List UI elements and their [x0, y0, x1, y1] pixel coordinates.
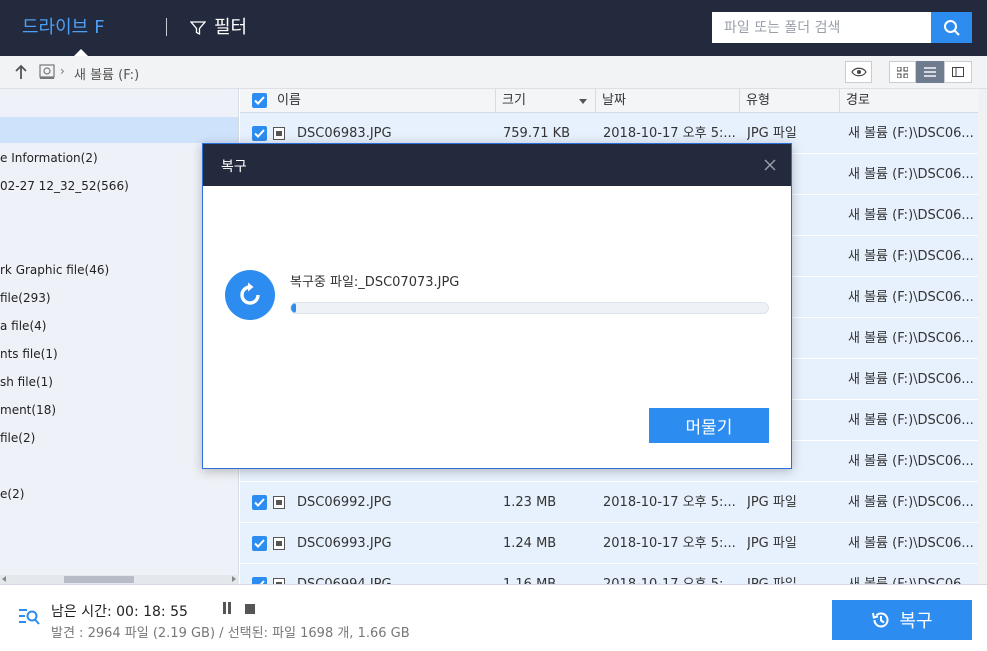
checkmark-icon: [254, 129, 265, 138]
stop-button[interactable]: 머물기: [649, 408, 769, 443]
file-path: 새 볼륨 (F:)\DSC06...: [848, 454, 974, 469]
file-size: 1.24 MB: [503, 536, 557, 551]
file-path: 새 볼륨 (F:)\DSC06...: [848, 564, 978, 584]
path-bar: › 새 볼륨 (F:): [0, 56, 987, 89]
tree-horizontal-scrollbar[interactable]: [0, 575, 239, 584]
table-row[interactable]: DSC06994.JPG 1.16 MB 2018-10-17 오후 5:... JP…: [240, 564, 978, 584]
list-icon: [924, 67, 936, 77]
scroll-left-arrow-icon[interactable]: [2, 576, 6, 582]
progress-fill: [291, 303, 296, 313]
path-separator: ›: [60, 64, 65, 78]
filter-icon: [190, 21, 206, 36]
row-checkbox[interactable]: [252, 536, 267, 551]
stop-icon[interactable]: [245, 604, 255, 614]
sort-desc-icon: [579, 99, 587, 104]
close-icon[interactable]: [763, 158, 777, 172]
file-path: 새 볼륨 (F:)\DSC06...: [848, 126, 974, 141]
checkmark-icon: [254, 539, 265, 548]
refresh-icon: [225, 270, 275, 320]
status-bar: 남은 시간: 00: 18: 55 발견 : 2964 파일 (2.19 GB)…: [0, 584, 987, 651]
recover-button-label: 복구: [899, 611, 933, 631]
file-path: 새 볼륨 (F:)\DSC06...: [848, 372, 974, 387]
column-header-type[interactable]: 유형: [739, 89, 839, 113]
row-checkbox[interactable]: [252, 126, 267, 141]
search-icon: [943, 19, 960, 36]
drive-tab-label: 드라이브: [22, 17, 89, 38]
file-type: JPG 파일: [747, 495, 797, 510]
image-file-icon: [273, 127, 285, 140]
top-divider: [166, 18, 167, 36]
search-button[interactable]: [931, 12, 972, 43]
column-header-date[interactable]: 날짜: [595, 89, 739, 113]
tree-item[interactable]: [0, 117, 238, 143]
checkmark-icon: [254, 96, 265, 105]
file-size: 1.16 MB: [503, 564, 595, 584]
column-header-path[interactable]: 경로: [839, 89, 978, 113]
select-all-checkbox[interactable]: [252, 93, 267, 108]
detail-icon: [952, 67, 964, 77]
column-header-size[interactable]: 크기: [495, 89, 595, 113]
image-file-icon: [273, 537, 285, 550]
file-list-vertical-scrollbar[interactable]: [978, 89, 987, 584]
recovering-file-text: 복구중 파일:_DSC07073.JPG: [290, 275, 460, 290]
top-bar: 드라이브 F 필터: [0, 0, 987, 56]
filter-button[interactable]: 필터: [190, 14, 247, 42]
scroll-right-arrow-icon[interactable]: [232, 576, 236, 582]
file-name: DSC06993.JPG: [297, 536, 392, 551]
file-size: 1.23 MB: [503, 495, 557, 510]
file-type: JPG 파일: [747, 536, 797, 551]
file-date: 2018-10-17 오후 5:...: [603, 495, 735, 510]
file-path: 새 볼륨 (F:)\DSC06...: [848, 208, 974, 223]
drive-letter: F: [94, 17, 105, 38]
column-header-name[interactable]: 이름: [271, 89, 495, 113]
filter-label: 필터: [214, 17, 248, 38]
drive-icon: [38, 63, 56, 85]
dialog-title: 복구: [221, 159, 247, 175]
scrollbar-thumb[interactable]: [64, 576, 134, 583]
tree-item[interactable]: e(2): [0, 481, 238, 507]
grid-icon: [897, 66, 908, 78]
detail-view-button[interactable]: [944, 61, 972, 83]
time-remaining: 남은 시간: 00: 18: 55: [51, 604, 188, 620]
file-path: 새 볼륨 (F:)\DSC06...: [848, 290, 974, 305]
file-path: 새 볼륨 (F:)\DSC06...: [848, 495, 974, 510]
preview-button[interactable]: [845, 61, 872, 83]
file-path: 새 볼륨 (F:)\DSC06...: [848, 167, 974, 182]
list-view-button[interactable]: [916, 61, 944, 83]
table-header: 이름 크기 날짜 유형 경로: [240, 89, 978, 113]
pause-icon[interactable]: [222, 602, 232, 618]
checkmark-icon: [254, 498, 265, 507]
file-date: 2018-10-17 오후 5:...: [603, 536, 735, 551]
drive-tab[interactable]: 드라이브 F: [22, 14, 105, 42]
recovery-progress-bar: [290, 302, 769, 314]
up-arrow-icon[interactable]: [14, 64, 28, 84]
file-name: DSC06992.JPG: [297, 495, 392, 510]
active-tab-caret: [74, 49, 88, 56]
search-input[interactable]: [712, 12, 931, 43]
row-checkbox[interactable]: [252, 577, 267, 584]
table-row[interactable]: DSC06993.JPG 1.24 MB 2018-10-17 오후 5:... JP…: [240, 523, 978, 564]
tree-item[interactable]: [0, 89, 238, 115]
history-icon: [872, 612, 889, 628]
eye-icon: [850, 67, 867, 77]
scan-icon: [18, 607, 40, 631]
breadcrumb[interactable]: 새 볼륨 (F:): [74, 64, 139, 83]
table-row[interactable]: DSC06992.JPG 1.23 MB 2018-10-17 오후 5:... JP…: [240, 482, 978, 523]
recovery-dialog: 복구 복구중 파일:_DSC07073.JPG 머물기: [202, 143, 792, 469]
file-path: 새 볼륨 (F:)\DSC06...: [848, 331, 974, 346]
row-checkbox[interactable]: [252, 495, 267, 510]
file-name: DSC06994.JPG: [297, 564, 497, 584]
file-path: 새 볼륨 (F:)\DSC06...: [848, 249, 974, 264]
recover-button[interactable]: 복구: [832, 600, 972, 640]
file-path: 새 볼륨 (F:)\DSC06...: [848, 413, 974, 428]
file-date: 2018-10-17 오후 5:...: [603, 564, 735, 584]
found-summary: 발견 : 2964 파일 (2.19 GB) / 선택된: 파일 1698 개,…: [51, 626, 410, 641]
image-file-icon: [273, 496, 285, 509]
dialog-header: 복구: [203, 144, 791, 186]
grid-view-button[interactable]: [889, 61, 916, 83]
stop-button-label: 머물기: [685, 418, 733, 438]
file-path: 새 볼륨 (F:)\DSC06...: [848, 536, 974, 551]
file-type: JPG 파일: [747, 564, 837, 584]
